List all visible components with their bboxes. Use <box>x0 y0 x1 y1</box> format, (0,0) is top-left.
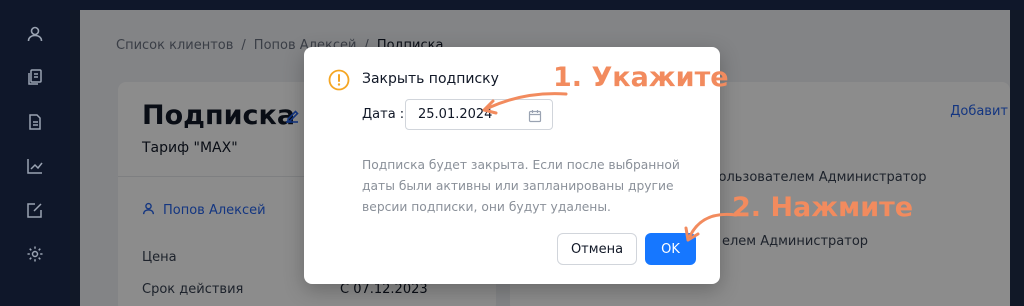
date-picker-input[interactable]: 25.01.2024 <box>405 99 553 130</box>
warning-icon <box>328 69 350 95</box>
dialog-title: Закрыть подписку <box>362 71 499 87</box>
sidebar <box>0 0 70 306</box>
annotation-step-2: 2. Нажмите <box>732 192 914 223</box>
calendar-icon[interactable] <box>528 108 542 127</box>
documents-icon[interactable] <box>25 67 45 87</box>
date-label: Дата : <box>362 107 405 122</box>
chart-icon[interactable] <box>25 156 45 176</box>
edit-square-icon[interactable] <box>25 200 45 220</box>
user-icon[interactable] <box>25 24 45 44</box>
date-value: 25.01.2024 <box>418 107 493 122</box>
gear-icon[interactable] <box>25 244 45 264</box>
top-bar <box>0 0 1024 10</box>
cancel-button[interactable]: Отмена <box>557 233 637 265</box>
dialog-description: Подписка будет закрыта. Если после выбра… <box>362 158 680 214</box>
document-icon[interactable] <box>25 112 45 132</box>
annotation-step-1: 1. Укажите <box>553 62 729 93</box>
ok-button[interactable]: OK <box>645 233 696 265</box>
